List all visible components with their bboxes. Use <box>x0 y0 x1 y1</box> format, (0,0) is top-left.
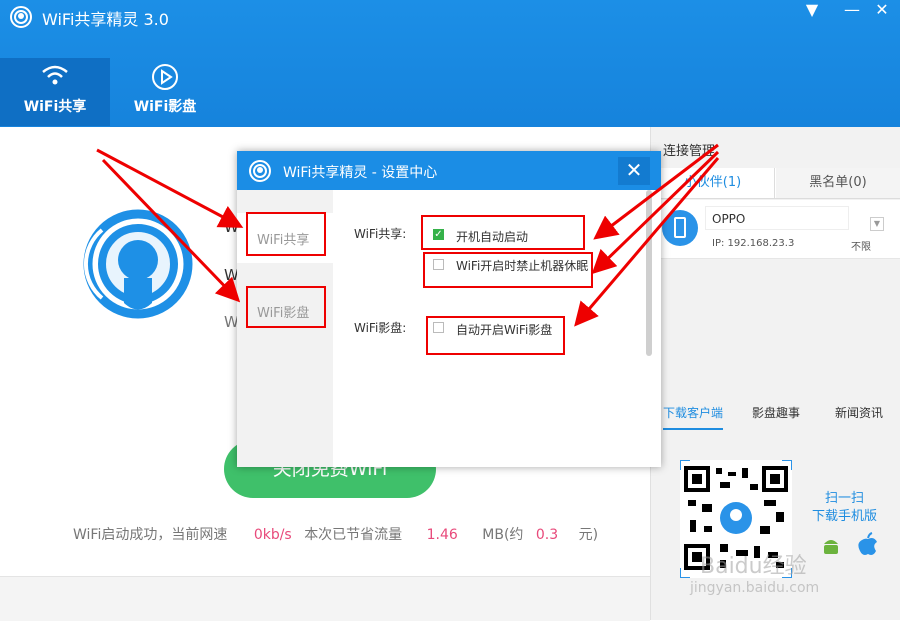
arrow <box>574 157 720 327</box>
arrow <box>593 143 719 240</box>
arrow <box>96 148 244 228</box>
annotation-arrows <box>96 143 720 327</box>
arrow <box>101 158 241 303</box>
arrow <box>591 150 720 275</box>
